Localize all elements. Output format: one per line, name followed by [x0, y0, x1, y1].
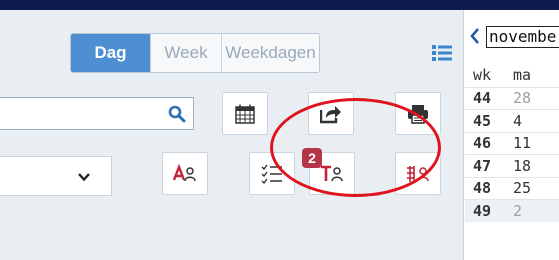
top-bar	[0, 0, 559, 10]
view-weekdays-button[interactable]: Weekdagen	[221, 34, 319, 72]
week-number[interactable]: 45	[465, 109, 503, 132]
calendar-day[interactable]: 18	[503, 154, 559, 177]
filter-dropdown[interactable]	[0, 156, 112, 196]
share-icon	[320, 105, 341, 123]
assign-teacher-button[interactable]	[162, 152, 208, 195]
week-number[interactable]: 49	[465, 199, 503, 222]
calendar-row: 49 2	[465, 199, 559, 222]
calendar-button[interactable]	[222, 92, 268, 135]
search-input[interactable]	[0, 98, 148, 128]
week-number[interactable]: 44	[465, 86, 503, 110]
grid-assign-button[interactable]	[395, 152, 441, 195]
calendar-grid: wk ma 44 28 45 4 46 11 47 18 48 25 49 2	[465, 64, 559, 222]
week-number[interactable]: 48	[465, 176, 503, 200]
mini-calendar: november wk ma 44 28 45 4 46 11 47 18 48…	[465, 10, 559, 260]
calendar-row: 46 11	[465, 131, 559, 155]
week-number[interactable]: 47	[465, 154, 503, 177]
print-button[interactable]	[395, 92, 441, 135]
view-day-button[interactable]: Dag	[71, 34, 150, 72]
month-select[interactable]: november	[486, 26, 559, 48]
calendar-day[interactable]: 4	[503, 109, 559, 132]
view-switcher: Dag Week Weekdagen	[70, 33, 320, 73]
notification-badge: 2	[302, 148, 322, 168]
calendar-day[interactable]: 25	[503, 176, 559, 200]
main-panel: Dag Week Weekdagen	[0, 10, 464, 260]
task-list-icon	[261, 164, 282, 184]
task-list-button[interactable]	[249, 152, 295, 195]
chevron-left-icon[interactable]	[469, 26, 481, 46]
grid-assign-icon	[407, 165, 429, 182]
calendar-day[interactable]: 2	[503, 199, 559, 222]
share-button[interactable]	[308, 92, 354, 135]
chevron-down-icon	[78, 173, 90, 182]
view-week-button[interactable]: Week	[150, 34, 221, 72]
calendar-icon	[235, 104, 255, 124]
list-view-icon[interactable]	[432, 44, 452, 62]
assign-teacher-icon	[173, 163, 196, 181]
print-icon	[408, 104, 428, 124]
week-column-header: wk	[473, 66, 492, 85]
calendar-row: 44 28	[465, 86, 559, 110]
calendar-row: 48 25	[465, 176, 559, 200]
day-column-header: ma	[513, 66, 532, 85]
calendar-day[interactable]: 28	[503, 86, 559, 110]
week-number[interactable]: 46	[465, 131, 503, 155]
calendar-day[interactable]: 11	[503, 131, 559, 155]
calendar-row: 47 18	[465, 154, 559, 177]
calendar-row: 45 4	[465, 109, 559, 132]
assign-task-icon	[321, 165, 343, 181]
search-field[interactable]	[0, 97, 194, 130]
search-icon[interactable]	[168, 105, 186, 123]
calendar-header: november	[465, 25, 559, 49]
